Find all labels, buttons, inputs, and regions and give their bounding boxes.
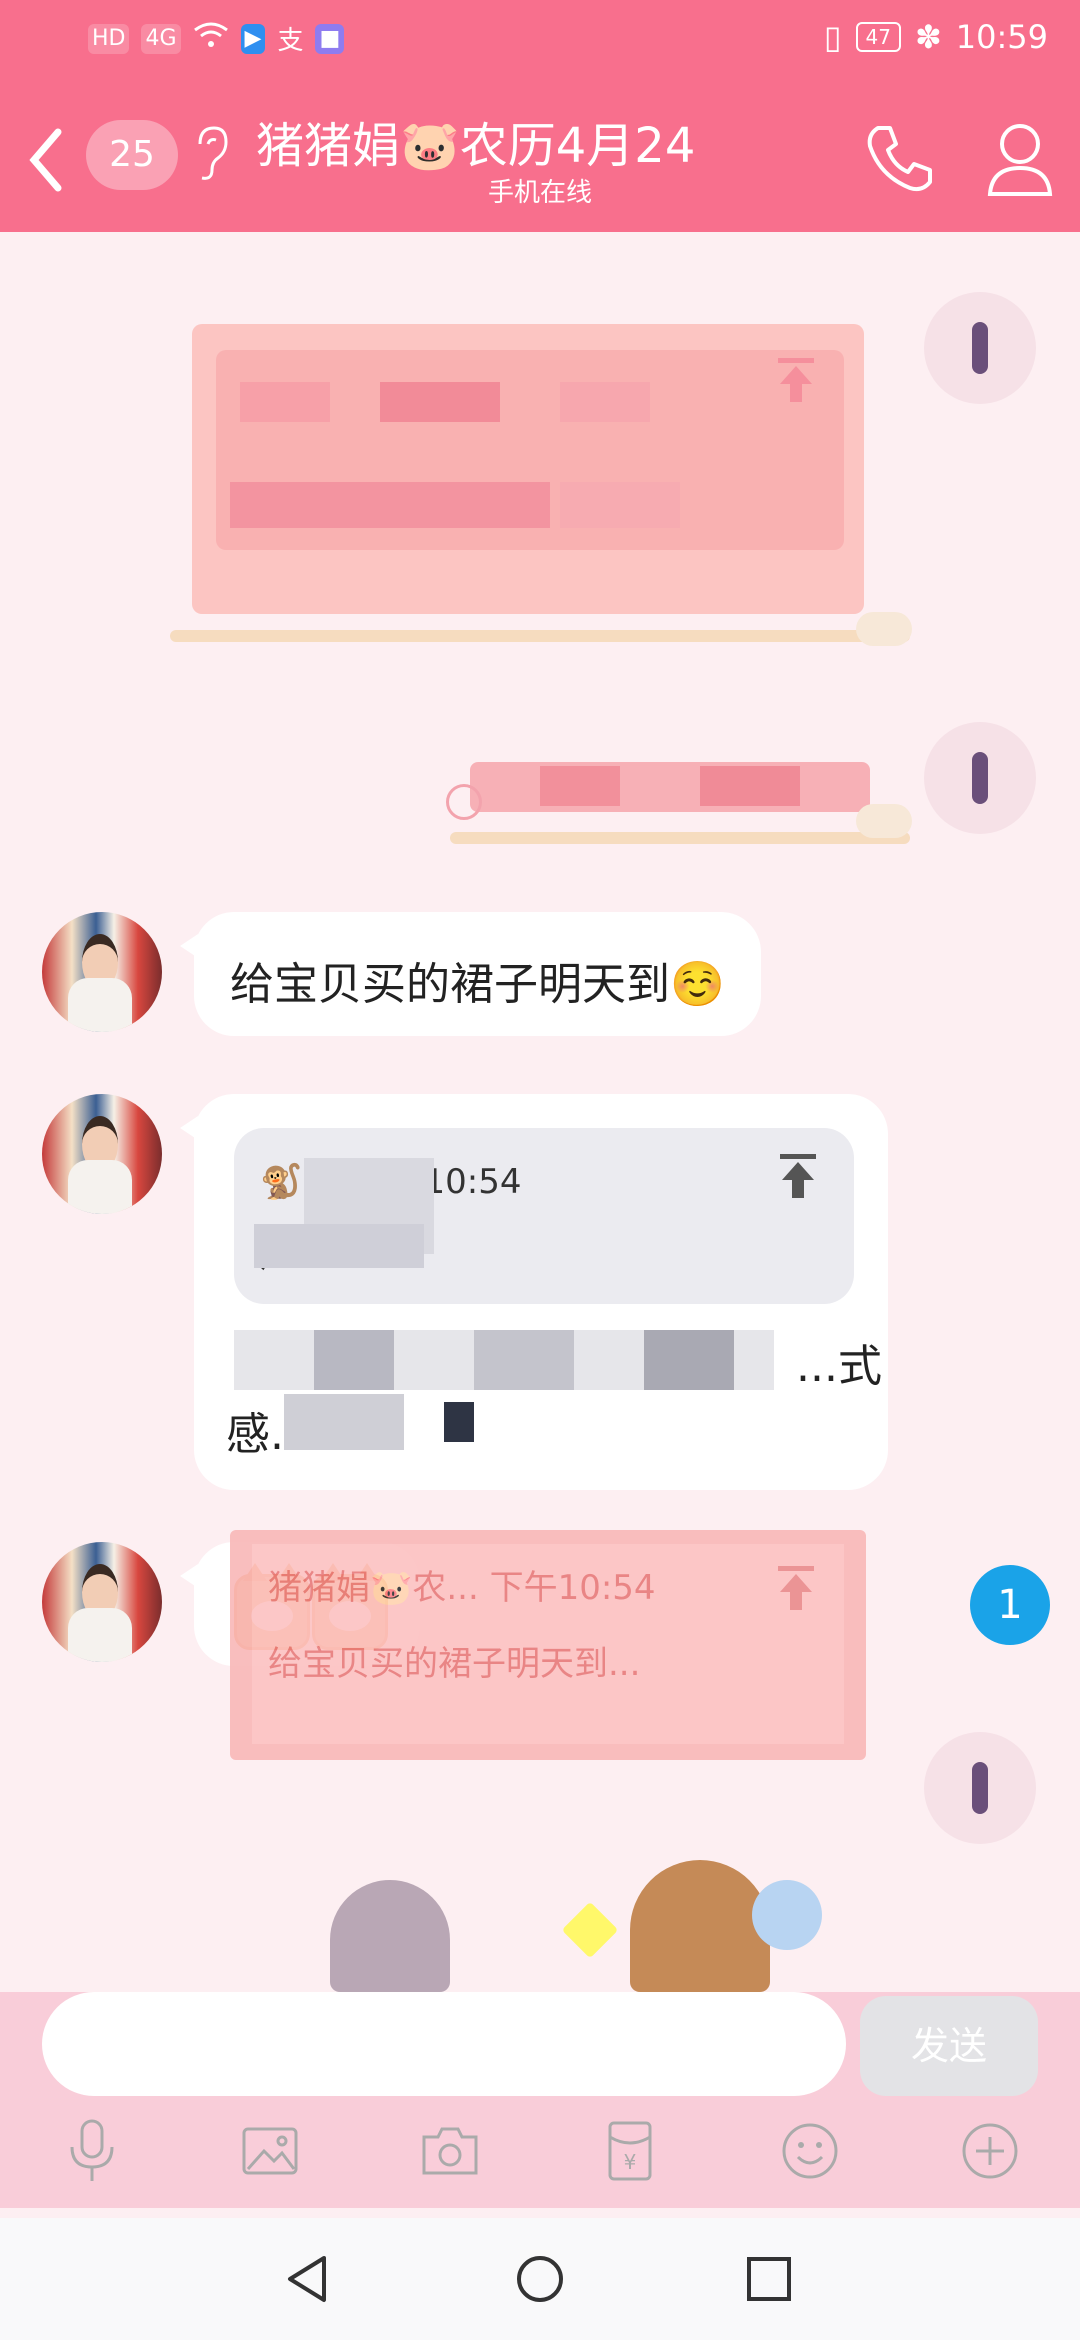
clock: 10:59 (955, 18, 1048, 56)
status-icons-left: HD 4G ▶ 支 ■ (88, 20, 345, 57)
message-input[interactable] (42, 1992, 846, 2096)
blur-block (644, 1330, 734, 1390)
jump-to-icon[interactable] (776, 1566, 816, 1610)
wifi-icon (193, 20, 229, 57)
cat-sticker-decoration (856, 804, 912, 838)
blur-block (314, 1330, 394, 1390)
input-area: 发送 ¥ (0, 1992, 1080, 2208)
blurred-content (470, 762, 870, 812)
network-4g-indicator: 4G (141, 23, 181, 54)
blur-block (560, 482, 680, 528)
message-bubble-reply[interactable]: 🐒🐒 下午10:54 广... ...式 感... (180, 1094, 888, 1490)
plus-icon[interactable] (960, 2117, 1020, 2183)
nav-home-icon[interactable] (515, 2254, 565, 2304)
avatar[interactable] (42, 912, 162, 1032)
send-button[interactable]: 发送 (860, 1996, 1038, 2096)
chat-header: 25 猪猪娟🐷农历4月24 手机在线 (0, 80, 1080, 232)
chat-title[interactable]: 猪猪娟🐷农历4月24 (256, 106, 695, 176)
reply-preview-header: 猪猪娟🐷农... 下午10:54 (268, 1568, 656, 1608)
svg-text:¥: ¥ (624, 2150, 637, 2174)
check-icon (446, 784, 482, 820)
vibrate-icon: ▯ (823, 18, 842, 56)
avatar[interactable] (924, 1732, 1036, 1844)
anime-girl-sticker (330, 1880, 450, 1992)
camera-icon[interactable] (420, 2117, 480, 2183)
reply-preview-card[interactable]: 猪猪娟🐷农... 下午10:54 给宝贝买的裙子明天到... (230, 1530, 866, 1760)
blur-block (540, 766, 620, 806)
input-toolbar: ¥ (0, 2117, 1080, 2193)
app-icon-2: ■ (315, 23, 345, 54)
reply-preview-text: 给宝贝买的裙子明天到... (268, 1644, 641, 1684)
hd-indicator: HD (88, 23, 130, 54)
bubble-decoration (170, 630, 910, 642)
emoji-icon[interactable] (780, 2117, 840, 2183)
message-bubble-left[interactable]: 给宝贝买的裙子明天到☺️ (180, 912, 761, 1036)
blur-block (474, 1330, 574, 1390)
avatar[interactable] (924, 722, 1036, 834)
nav-back-icon[interactable] (284, 2254, 334, 2304)
blur-block (444, 1402, 474, 1442)
status-icons-right: ▯ 47 ✽ 10:59 (824, 18, 1048, 56)
blur-block (700, 766, 800, 806)
battery-level: 47 (855, 22, 901, 52)
leaf-icon: ✽ (914, 18, 942, 56)
image-icon[interactable] (240, 2117, 300, 2183)
system-nav-bar (0, 2218, 1080, 2340)
profile-icon[interactable] (984, 118, 1056, 198)
red-packet-icon[interactable]: ¥ (600, 2117, 660, 2183)
anime-girl-sticker (630, 1860, 770, 1992)
blur-block (284, 1394, 404, 1450)
message-line-1: ...式 (796, 1341, 882, 1392)
app-icon-1: ▶ (240, 23, 266, 54)
avatar[interactable] (42, 1094, 162, 1214)
phone-icon[interactable] (860, 118, 940, 198)
jump-to-icon[interactable] (778, 1154, 818, 1198)
alipay-icon: 支 (277, 26, 304, 56)
jump-to-icon[interactable] (776, 358, 816, 402)
flower-icon (752, 1880, 822, 1950)
new-message-badge[interactable]: 1 (970, 1565, 1050, 1645)
message-text: 给宝贝买的裙子明天到☺️ (230, 959, 725, 1010)
blur-block (560, 382, 650, 422)
mic-icon[interactable] (62, 2117, 122, 2183)
cat-sticker-decoration (856, 612, 912, 646)
blur-block (230, 482, 550, 528)
blur-block (380, 382, 500, 422)
blur-block (254, 1224, 424, 1268)
status-bar: HD 4G ▶ 支 ■ ▯ 47 ✽ 10:59 (0, 0, 1080, 80)
quoted-message[interactable]: 🐒🐒 下午10:54 广... (234, 1128, 854, 1304)
avatar[interactable] (924, 292, 1036, 404)
bubble-decoration (450, 832, 910, 844)
nav-recents-icon[interactable] (744, 2254, 794, 2304)
avatar[interactable] (42, 1542, 162, 1662)
blur-block (240, 382, 330, 422)
